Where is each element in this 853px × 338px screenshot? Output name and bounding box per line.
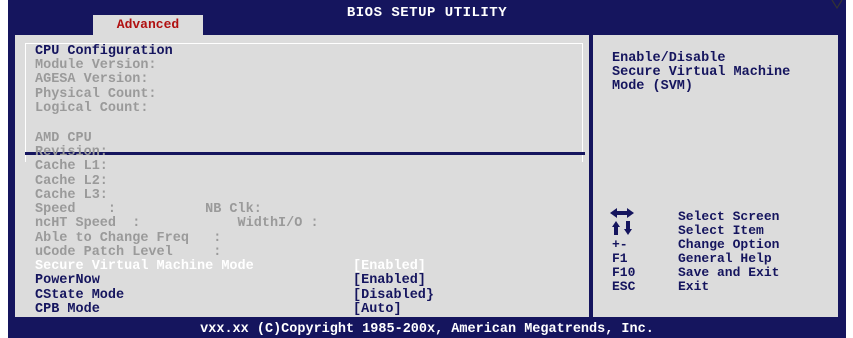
settings-panel: CPU Configuration Module Version: AGESA … (15, 35, 589, 317)
option-powernow-label[interactable]: PowerNow (35, 273, 100, 288)
tab-advanced[interactable]: Advanced (93, 15, 203, 35)
help-line: Mode (SVM) (612, 79, 694, 94)
key-desc-exit: Exit (678, 279, 710, 294)
key-esc: ESC (612, 279, 636, 294)
arrows-ud-icon (612, 221, 632, 235)
info-line: Logical Count: (35, 101, 149, 116)
option-cpb-value[interactable]: [Auto] (353, 302, 402, 317)
arrows-lr-icon (610, 208, 634, 218)
section-divider (25, 152, 585, 155)
corner-mark-icon (831, 0, 843, 10)
option-cpb-label[interactable]: CPB Mode (35, 302, 100, 317)
option-powernow-value[interactable]: [Enabled] (353, 273, 426, 288)
info-line: ncHT Speed : WidthI/O : (35, 216, 319, 231)
copyright-footer: vxx.xx (C)Copyright 1985-200x, American … (200, 322, 654, 337)
arrows-icon (610, 208, 634, 235)
help-line: Secure Virtual Machine (612, 65, 791, 80)
info-line: Cache L1: (35, 159, 108, 174)
info-line: AGESA Version: (35, 72, 149, 87)
help-line: Enable/Disable (612, 51, 726, 66)
